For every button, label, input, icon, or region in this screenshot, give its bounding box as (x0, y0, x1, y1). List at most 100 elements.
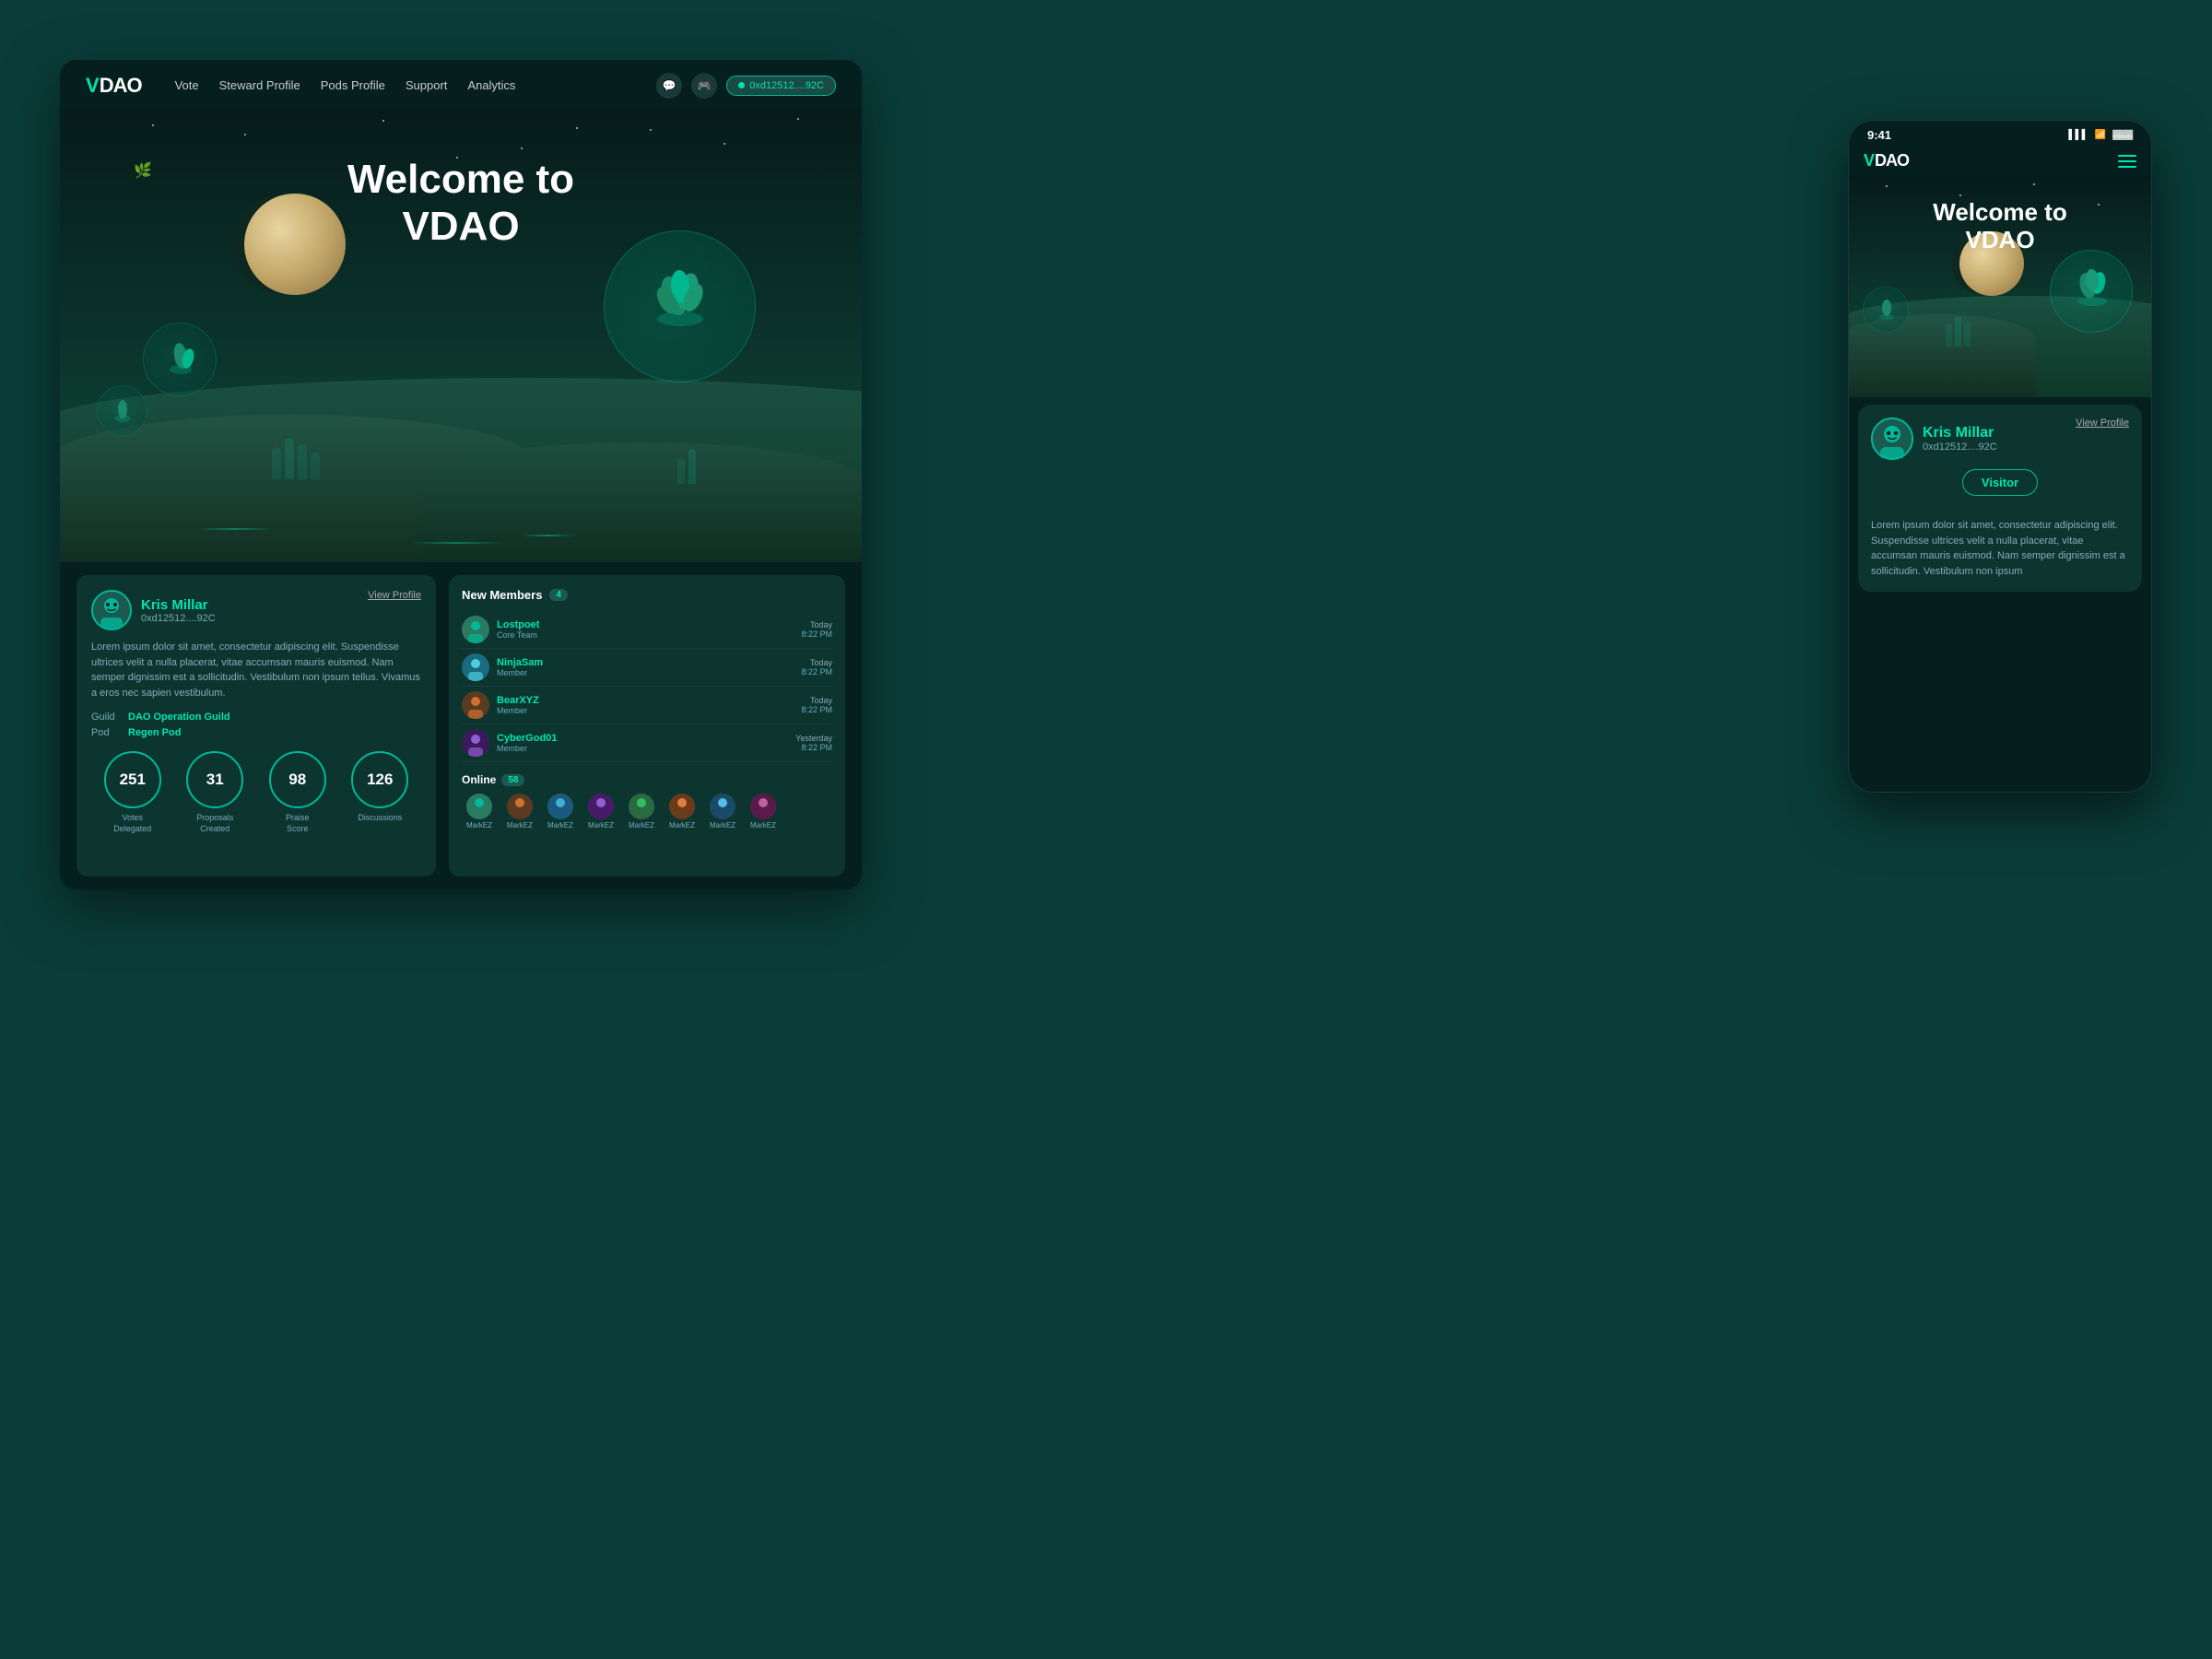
discord-button[interactable]: 🎮 (691, 73, 717, 99)
pod-row: Pod Regen Pod (91, 727, 421, 738)
mobile-logo-v: V (1864, 151, 1875, 171)
online-username: MarkEZ (669, 821, 695, 830)
new-members-label: New Members (462, 588, 542, 602)
hero-title-line2: VDAO (402, 204, 519, 249)
glow-line (198, 528, 272, 530)
wallet-button[interactable]: 0xd12512....92C (726, 76, 836, 96)
member-avatar (462, 729, 489, 757)
nav-support[interactable]: Support (406, 78, 448, 92)
pod-value[interactable]: Regen Pod (128, 727, 181, 738)
hamburger-menu[interactable] (2118, 155, 2136, 168)
mobile-profile-header: Kris Millar 0xd12512....92C View Profile (1871, 418, 2129, 460)
profile-card: Kris Millar 0xd12512....92C View Profile… (76, 575, 436, 877)
profile-name: Kris Millar (141, 597, 216, 613)
mobile-card: 9:41 ▌▌▌ 📶 ▓▓▓ V DAO Welcome to VDAO (1848, 120, 2152, 793)
proposals-label: ProposalsCreated (196, 813, 233, 834)
silhouettes (272, 438, 320, 479)
member-time: Today 8:22 PM (801, 696, 832, 714)
nav-vote[interactable]: Vote (175, 78, 199, 92)
pod-label: Pod (91, 727, 121, 738)
online-user: MarkEZ (583, 794, 618, 830)
chat-button[interactable]: 💬 (656, 73, 682, 99)
moon-illustration (244, 194, 346, 295)
member-row: Lostpoet Core Team Today 8:22 PM (462, 611, 832, 649)
guild-value[interactable]: DAO Operation Guild (128, 712, 230, 723)
member-time: Today 8:22 PM (801, 620, 832, 639)
chat-icon: 💬 (663, 79, 677, 92)
online-username: MarkEZ (629, 821, 654, 830)
online-avatar (710, 794, 735, 819)
discussions-circle: 126 (351, 751, 408, 808)
glass-orb-large (604, 230, 756, 382)
mobile-profile-addr: 0xd12512....92C (1923, 441, 1997, 453)
visitor-badge: Visitor (1962, 469, 2038, 496)
stat-praise: 98 PraiseScore (269, 751, 326, 834)
member-hour: 8:22 PM (801, 667, 832, 677)
mobile-hero-title: Welcome to VDAO (1933, 199, 2066, 254)
guild-row: Guild DAO Operation Guild (91, 712, 421, 723)
nav-pods-profile[interactable]: Pods Profile (321, 78, 385, 92)
discord-icon: 🎮 (698, 79, 712, 92)
mobile-time: 9:41 (1867, 128, 1891, 142)
mobile-view-profile-link[interactable]: View Profile (2076, 418, 2129, 429)
nav-steward-profile[interactable]: Steward Profile (219, 78, 300, 92)
member-hour: 8:22 PM (801, 629, 832, 639)
glow-line (410, 542, 502, 544)
mobile-profile-name: Kris Millar (1923, 425, 1997, 441)
online-username: MarkEZ (547, 821, 573, 830)
praise-label: PraiseScore (286, 813, 310, 834)
mobile-orb-large (2050, 250, 2133, 333)
silhouettes-right (677, 449, 696, 484)
online-avatar (669, 794, 695, 819)
profile-meta: Guild DAO Operation Guild Pod Regen Pod (91, 712, 421, 738)
navbar: V DAO Vote Steward Profile Pods Profile … (60, 60, 862, 111)
member-role: Member (497, 668, 794, 677)
glass-orb-tiny (97, 385, 147, 436)
glow-line (521, 535, 576, 536)
member-role: Member (497, 744, 788, 753)
praise-circle: 98 (269, 751, 326, 808)
member-hour: 8:22 PM (795, 743, 832, 752)
online-user: MarkEZ (665, 794, 700, 830)
proposals-value: 31 (206, 771, 224, 789)
signal-icon: ▌▌▌ (2068, 130, 2088, 140)
star (2098, 204, 2100, 206)
mobile-logo[interactable]: V DAO (1864, 151, 1909, 171)
online-user: MarkEZ (462, 794, 497, 830)
online-username: MarkEZ (710, 821, 735, 830)
star (521, 147, 523, 149)
member-avatar (462, 653, 489, 681)
discussions-value: 126 (367, 771, 393, 789)
member-row: NinjaSam Member Today 8:22 PM (462, 649, 832, 687)
mobile-profile-card: Kris Millar 0xd12512....92C View Profile… (1858, 405, 2142, 592)
stat-proposals: 31 ProposalsCreated (186, 751, 243, 834)
nav-links: Vote Steward Profile Pods Profile Suppor… (175, 77, 657, 94)
hero-section: Welcome to VDAO (60, 111, 862, 562)
logo[interactable]: V DAO (86, 74, 142, 98)
votes-value: 251 (120, 771, 146, 789)
member-time: Yesterday 8:22 PM (795, 734, 832, 752)
hamburger-line (2118, 166, 2136, 168)
online-count-badge: 58 (501, 774, 524, 786)
profile-header: Kris Millar 0xd12512....92C View Profile (91, 590, 421, 630)
nav-right: 💬 🎮 0xd12512....92C (656, 73, 836, 99)
desktop-card: V DAO Vote Steward Profile Pods Profile … (60, 60, 862, 889)
online-avatar (750, 794, 776, 819)
online-section: Online 58 MarkEZ MarkEZ (462, 773, 832, 830)
member-row: CyberGod01 Member Yesterday 8:22 PM (462, 724, 832, 762)
online-avatar (547, 794, 573, 819)
nav-analytics[interactable]: Analytics (467, 78, 515, 92)
mobile-status-icons: ▌▌▌ 📶 ▓▓▓ (2068, 130, 2133, 140)
view-profile-link[interactable]: View Profile (368, 590, 421, 601)
bottom-content: Kris Millar 0xd12512....92C View Profile… (60, 562, 862, 889)
online-user: MarkEZ (746, 794, 781, 830)
member-role: Core Team (497, 630, 794, 640)
online-avatar (507, 794, 533, 819)
member-info: Lostpoet Core Team (497, 619, 794, 640)
online-user: MarkEZ (624, 794, 659, 830)
star (650, 129, 652, 131)
mobile-title-line2: VDAO (1965, 226, 2034, 253)
glass-orb-small (143, 323, 217, 396)
praise-value: 98 (288, 771, 306, 789)
star (152, 124, 154, 126)
